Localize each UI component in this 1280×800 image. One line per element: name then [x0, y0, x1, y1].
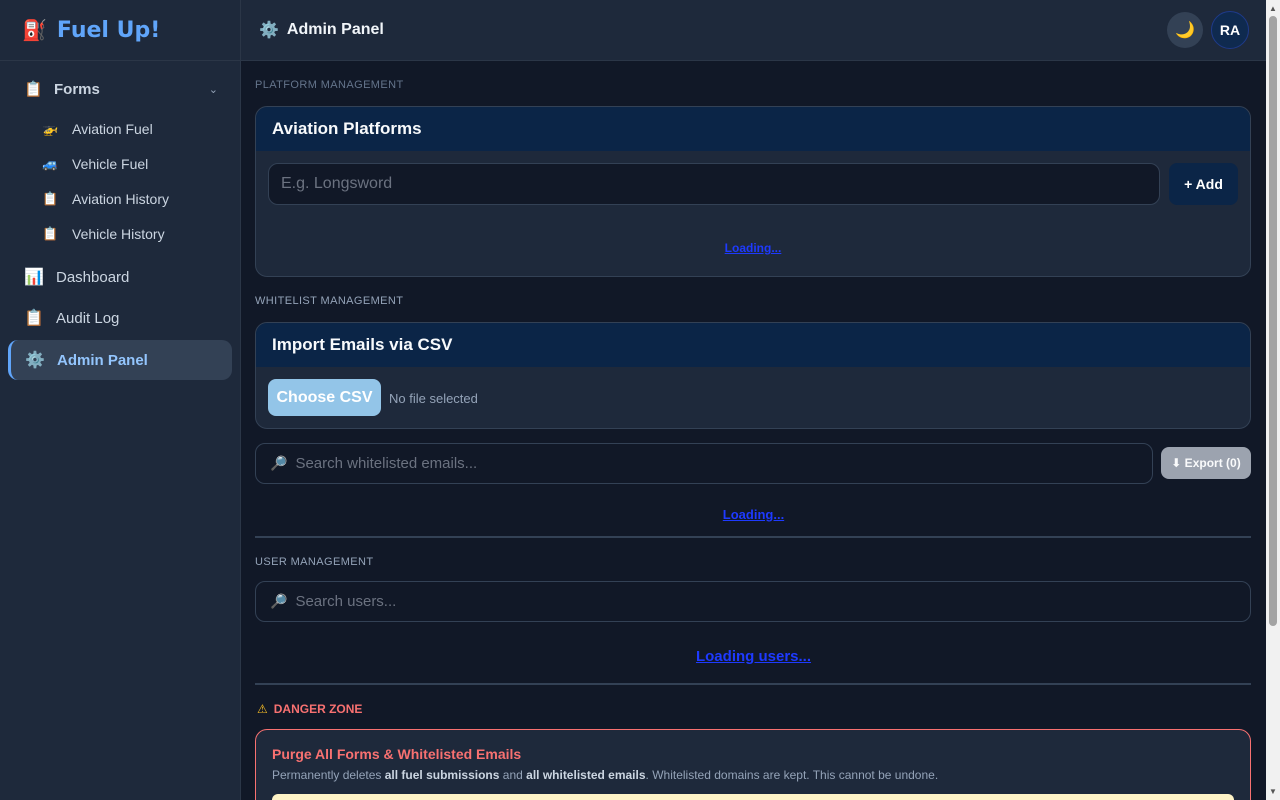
- avatar[interactable]: RA: [1211, 11, 1249, 49]
- topbar: ⚙️ Admin Panel 🌙 RA: [241, 0, 1266, 61]
- sidebar-item-label: Vehicle Fuel: [72, 156, 149, 172]
- clipboard-icon: 📋: [24, 310, 44, 327]
- bar-chart-icon: 📊: [24, 269, 44, 286]
- scroll-down-arrow-icon[interactable]: ▼: [1269, 787, 1277, 796]
- sidebar-item-admin-panel[interactable]: ⚙️ Admin Panel: [8, 340, 232, 380]
- car-icon: 🚙: [42, 156, 59, 171]
- main-content: PLATFORM MANAGEMENT Aviation Platforms E…: [241, 61, 1266, 800]
- sidebar-item-label: Audit Log: [56, 309, 120, 327]
- divider: [255, 536, 1251, 538]
- desc-text: . Whitelisted domains are kept. This can…: [645, 768, 939, 782]
- sidebar-item-label: Aviation Fuel: [72, 121, 153, 137]
- search-icon: 🔎: [270, 455, 288, 471]
- clipboard-icon: 📋: [42, 226, 59, 241]
- sidebar-item-aviation-history[interactable]: 📋 Aviation History: [42, 184, 169, 214]
- brand-name: Fuel Up!: [56, 17, 161, 43]
- export-button[interactable]: ⬇ Export (0): [1161, 447, 1251, 479]
- card-title: Aviation Platforms: [256, 107, 1250, 151]
- platforms-loading: Loading...: [724, 241, 782, 255]
- user-search-input[interactable]: 🔎 Search users...: [255, 581, 1251, 622]
- divider: [255, 683, 1251, 685]
- sidebar-item-label: Forms: [54, 80, 100, 98]
- danger-zone-label: ⚠ DANGER ZONE: [257, 702, 362, 716]
- sidebar-item-label: Vehicle History: [72, 226, 165, 242]
- gear-icon: ⚙️: [259, 22, 279, 39]
- moon-icon: 🌙: [1175, 22, 1195, 39]
- whitelist-loading: Loading...: [722, 507, 785, 522]
- sidebar-item-dashboard[interactable]: 📊 Dashboard: [8, 257, 232, 297]
- purge-card: Purge All Forms & Whitelisted Emails Per…: [255, 729, 1251, 800]
- section-label-users: USER MANAGEMENT: [255, 556, 374, 568]
- purge-warning-box: [272, 794, 1234, 800]
- file-status: No file selected: [389, 391, 478, 406]
- platform-name-input[interactable]: E.g. Longsword: [268, 163, 1160, 205]
- clipboard-icon: 📋: [42, 191, 59, 206]
- sidebar-item-label: Dashboard: [56, 268, 130, 286]
- search-placeholder: Search users...: [295, 593, 397, 610]
- import-csv-card: Import Emails via CSV Choose CSV No file…: [255, 322, 1251, 429]
- page-title: Admin Panel: [286, 21, 384, 38]
- warning-icon: ⚠: [257, 702, 268, 716]
- sidebar-item-aviation-fuel[interactable]: 🚁 Aviation Fuel: [42, 114, 153, 144]
- section-label-whitelist: WHITELIST MANAGEMENT: [255, 295, 404, 307]
- purge-title: Purge All Forms & Whitelisted Emails: [272, 746, 522, 762]
- scroll-up-arrow-icon[interactable]: ▲: [1269, 4, 1277, 13]
- sidebar: ⛽ Fuel Up! 📋 Forms ⌄ 🚁 Aviation Fuel 🚙 V…: [0, 0, 241, 800]
- whitelist-search-input[interactable]: 🔎 Search whitelisted emails...: [255, 443, 1153, 484]
- sidebar-item-vehicle-fuel[interactable]: 🚙 Vehicle Fuel: [42, 149, 148, 179]
- fuel-pump-icon: ⛽: [22, 19, 47, 42]
- card-title: Import Emails via CSV: [256, 323, 1250, 367]
- platforms-card: Aviation Platforms E.g. Longsword + Add …: [255, 106, 1251, 277]
- desc-text: and: [499, 768, 527, 782]
- scrollbar-thumb[interactable]: [1269, 16, 1277, 626]
- gear-icon: ⚙️: [25, 352, 45, 369]
- helicopter-icon: 🚁: [42, 121, 59, 136]
- search-icon: 🔎: [270, 593, 288, 609]
- sidebar-item-vehicle-history[interactable]: 📋 Vehicle History: [42, 219, 165, 249]
- chevron-down-icon: ⌄: [208, 83, 218, 96]
- purge-description: Permanently deletes all fuel submissions…: [272, 768, 938, 782]
- sidebar-item-audit-log[interactable]: 📋 Audit Log: [8, 298, 232, 338]
- choose-csv-button[interactable]: Choose CSV: [268, 379, 381, 416]
- theme-toggle-button[interactable]: 🌙: [1167, 12, 1203, 48]
- sidebar-item-label: Admin Panel: [57, 351, 148, 369]
- add-platform-button[interactable]: + Add: [1169, 163, 1238, 205]
- sidebar-item-forms[interactable]: 📋 Forms ⌄: [0, 70, 240, 108]
- desc-bold: all fuel submissions: [384, 768, 500, 782]
- danger-zone-text: DANGER ZONE: [273, 702, 363, 716]
- search-placeholder: Search whitelisted emails...: [295, 455, 478, 472]
- page-scrollbar[interactable]: ▲ ▼: [1266, 0, 1280, 800]
- sidebar-item-label: Aviation History: [72, 191, 170, 207]
- nav-group-forms: 📋 Forms ⌄: [0, 70, 240, 108]
- desc-text: Permanently deletes: [272, 768, 385, 782]
- clipboard-icon: 📋: [24, 81, 43, 98]
- users-loading: Loading users...: [695, 648, 812, 665]
- section-label-platform: PLATFORM MANAGEMENT: [255, 79, 404, 91]
- brand[interactable]: ⛽ Fuel Up!: [0, 0, 240, 61]
- desc-bold: all whitelisted emails: [526, 768, 646, 782]
